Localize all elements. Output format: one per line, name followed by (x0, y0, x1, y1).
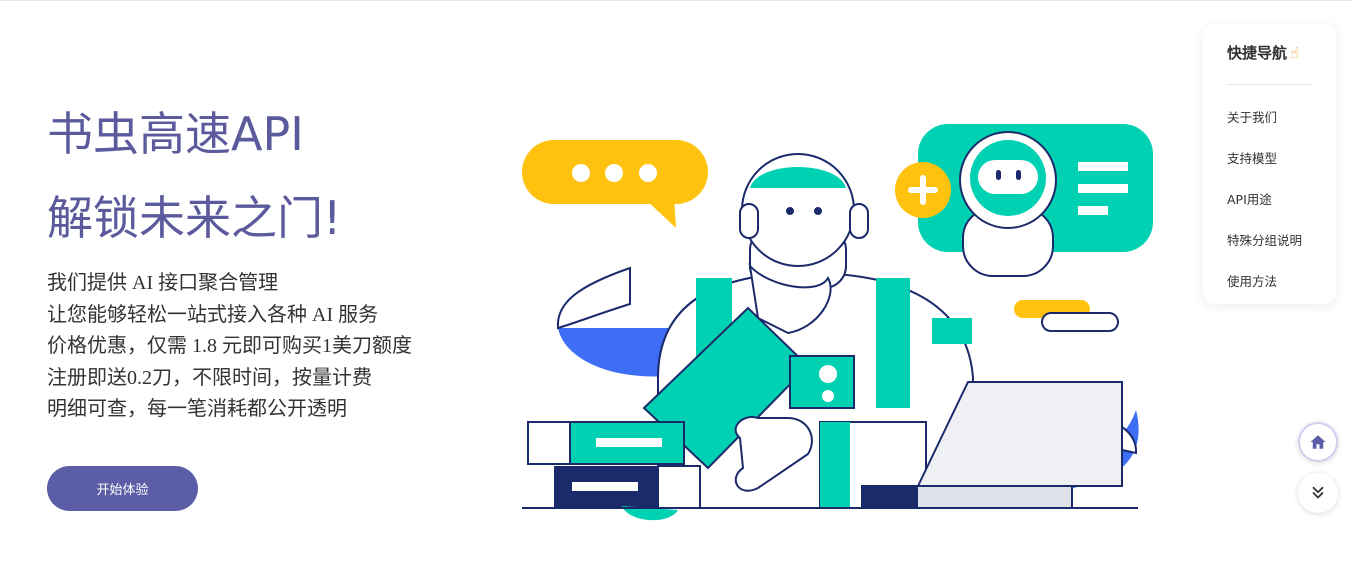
scroll-down-button[interactable] (1298, 473, 1338, 513)
small-pills (1014, 300, 1119, 332)
quick-nav-panel: 快捷导航 ☝ 关于我们 支持模型 API用途 特殊分组说明 使用方法 (1203, 24, 1336, 304)
description-line: 价格优惠，仅需 1.8 元即可购买1美刀额度 (47, 335, 412, 357)
pointing-hand-icon: ☝ (1290, 44, 1300, 62)
hero-description: 我们提供 AI 接口聚合管理 让您能够轻松一站式接入各种 AI 服务 价格优惠，… (47, 268, 412, 426)
left-ribbon (556, 266, 668, 377)
nav-item-usage-guide[interactable]: 使用方法 (1227, 271, 1277, 290)
description-line: 我们提供 AI 接口聚合管理 (47, 272, 279, 294)
home-icon (1310, 435, 1326, 449)
desk-device (789, 355, 855, 409)
book-stack (527, 421, 701, 521)
quick-nav-divider (1227, 84, 1312, 85)
chat-bubble-yellow (522, 140, 708, 228)
nav-item-api-usage[interactable]: API用途 (1227, 189, 1272, 208)
double-chevron-down-icon (1312, 486, 1324, 499)
description-line: 注册即送0.2刀，不限时间，按量计费 (47, 366, 372, 389)
quick-nav-title: 快捷导航 ☝ (1227, 42, 1299, 63)
hero-illustration (522, 124, 1153, 521)
robot-chat-card (895, 124, 1153, 277)
description-line: 明细可查，每一笔消耗都公开透明 (47, 398, 347, 420)
home-button[interactable] (1298, 422, 1338, 462)
hero-subtitle: 解锁未来之门! (47, 191, 342, 245)
hero-section: 书虫高速API 解锁未来之门! 我们提供 AI 接口聚合管理 让您能够轻松一站式… (47, 0, 487, 564)
hero-title: 书虫高速API (47, 107, 304, 161)
start-button[interactable]: 开始体验 (47, 466, 198, 511)
description-line: 让您能够轻松一站式接入各种 AI 服务 (47, 303, 379, 326)
robot-head (739, 153, 869, 289)
nav-item-about[interactable]: 关于我们 (1227, 107, 1277, 126)
nav-item-group-notes[interactable]: 特殊分组说明 (1227, 230, 1302, 249)
quick-nav-title-text: 快捷导航 (1227, 44, 1288, 62)
nav-item-models[interactable]: 支持模型 (1227, 148, 1277, 167)
